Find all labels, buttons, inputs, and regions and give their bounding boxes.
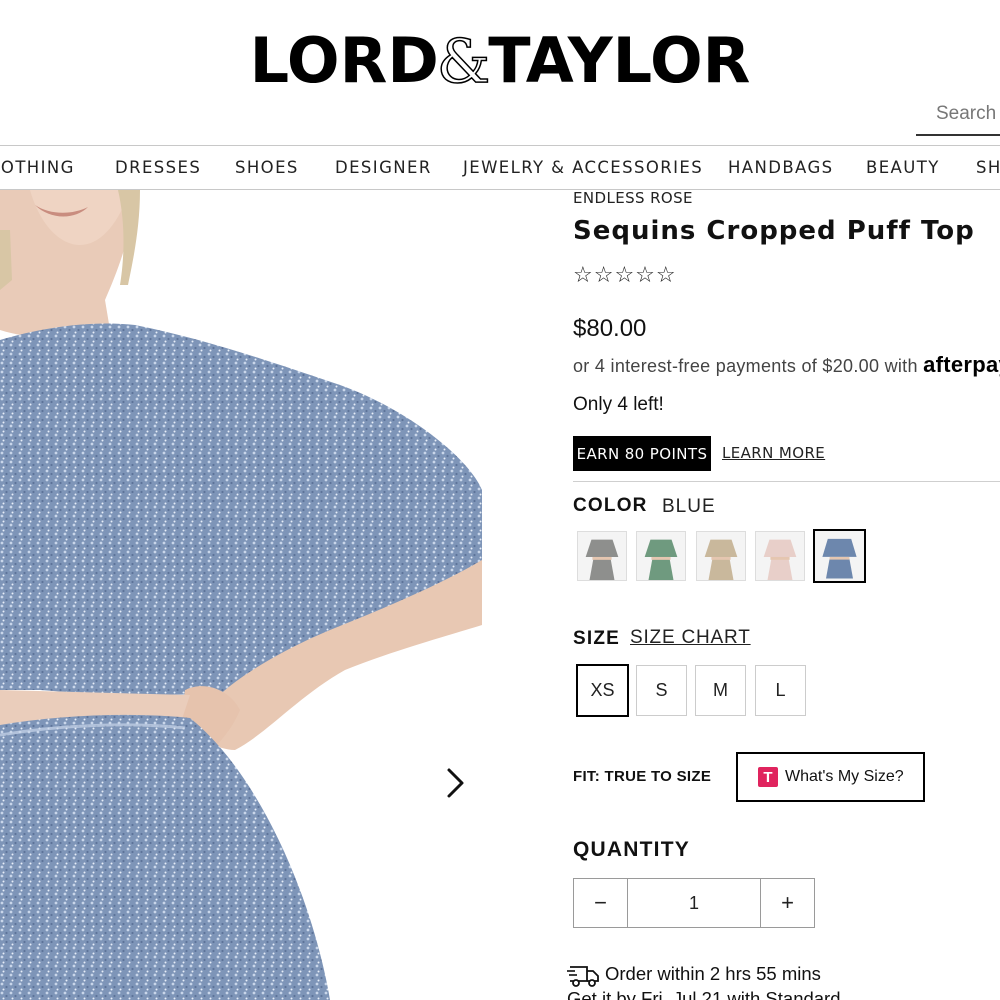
- quantity-label: QUANTITY: [573, 838, 690, 861]
- delivery-estimate: Get it by Fri, Jul 21 with Standard: [567, 988, 841, 1000]
- installment-info: or 4 interest-free payments of $20.00 wi…: [573, 352, 1000, 378]
- selected-color: BLUE: [662, 496, 716, 517]
- swatch-image: [756, 532, 804, 580]
- quantity-decrease-button[interactable]: −: [574, 879, 628, 927]
- learn-more-link[interactable]: LEARN MORE: [722, 444, 825, 462]
- color-swatch-grey[interactable]: [577, 531, 627, 581]
- color-swatch-green[interactable]: [636, 531, 686, 581]
- true-fit-icon: T: [758, 767, 778, 787]
- color-swatch-blue[interactable]: [813, 529, 866, 583]
- chevron-right-icon[interactable]: [440, 766, 470, 800]
- brand-logo[interactable]: LORD&TAYLOR: [0, 27, 1000, 97]
- swatch-image: [578, 532, 626, 580]
- size-chart-link[interactable]: SIZE CHART: [630, 627, 751, 649]
- nav-item-designer[interactable]: DESIGNER: [335, 158, 432, 177]
- quantity-increase-button[interactable]: +: [760, 879, 814, 927]
- stock-status: Only 4 left!: [573, 394, 664, 415]
- main-nav: CLOTHING DRESSES SHOES DESIGNER JEWELRY …: [0, 145, 1000, 190]
- installment-text: or 4 interest-free payments of $20.00 wi…: [573, 356, 924, 376]
- logo-text-left: LORD: [249, 24, 439, 97]
- product-brand[interactable]: ENDLESS ROSE: [573, 189, 693, 207]
- product-title: Sequins Cropped Puff Top: [573, 216, 975, 246]
- delivery-truck-icon: [567, 966, 599, 987]
- product-photo-illustration: [0, 190, 483, 1000]
- color-swatch-pink[interactable]: [755, 531, 805, 581]
- size-option-xs[interactable]: XS: [576, 664, 629, 717]
- nav-item-beauty[interactable]: BEAUTY: [866, 158, 940, 177]
- nav-item-shoes[interactable]: SHOES: [235, 158, 299, 177]
- earn-points-badge[interactable]: EARN 80 POINTS: [573, 436, 711, 471]
- swatch-image: [637, 532, 685, 580]
- search-bar: [916, 96, 1000, 136]
- quantity-stepper: − +: [573, 878, 815, 928]
- size-label: SIZE: [573, 628, 621, 649]
- order-deadline: Order within 2 hrs 55 mins: [605, 963, 821, 984]
- product-image[interactable]: [0, 190, 483, 1000]
- logo-ampersand: &: [436, 27, 491, 97]
- nav-item-dresses[interactable]: DRESSES: [115, 158, 201, 177]
- fit-info: FIT: TRUE TO SIZE: [573, 768, 712, 785]
- nav-item-clothing[interactable]: CLOTHING: [0, 158, 75, 177]
- color-label: COLOR: [573, 495, 648, 516]
- swatch-image: [817, 533, 862, 579]
- whats-my-size-label: What's My Size?: [785, 768, 904, 785]
- nav-item-jewelry-accessories[interactable]: JEWELRY & ACCESSORIES: [463, 158, 703, 177]
- quantity-input[interactable]: [628, 879, 760, 927]
- swatch-image: [697, 532, 745, 580]
- product-price: $80.00: [573, 315, 647, 342]
- size-option-l[interactable]: L: [755, 665, 806, 716]
- size-option-m[interactable]: M: [695, 665, 746, 716]
- nav-item-shop[interactable]: SHOP: [976, 158, 1000, 177]
- whats-my-size-button[interactable]: T What's My Size?: [736, 752, 925, 802]
- color-swatch-champagne[interactable]: [696, 531, 746, 581]
- size-option-s[interactable]: S: [636, 665, 687, 716]
- logo-text-right: TAYLOR: [488, 24, 751, 97]
- afterpay-logo[interactable]: afterpay: [923, 352, 1000, 377]
- search-input[interactable]: [916, 96, 1000, 132]
- rating-stars-icon[interactable]: ☆☆☆☆☆: [573, 262, 677, 288]
- divider: [573, 481, 1000, 482]
- nav-item-handbags[interactable]: HANDBAGS: [728, 158, 834, 177]
